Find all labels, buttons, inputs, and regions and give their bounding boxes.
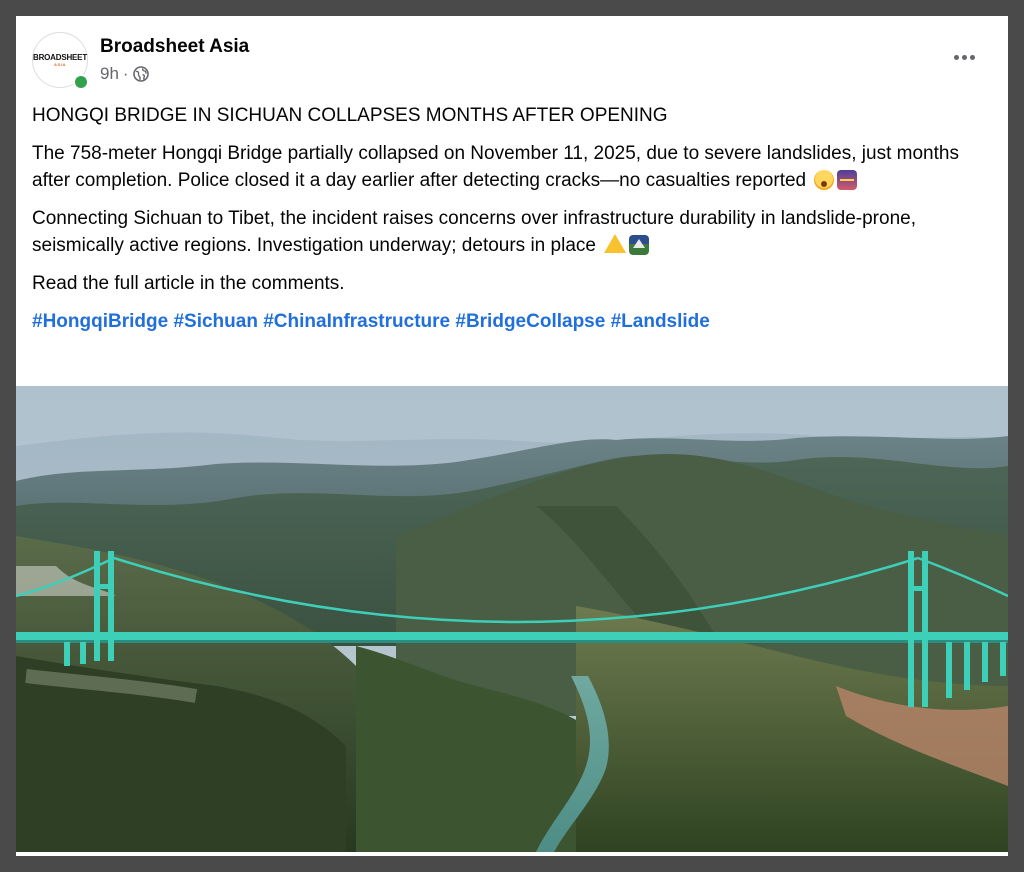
avatar-logo-subtext: ASIA [54,62,66,67]
paragraph-2-text: Connecting Sichuan to Tibet, the inciden… [32,208,916,256]
globe-icon [132,66,149,82]
hashtag-link[interactable]: #HongqiBridge [32,311,168,332]
astonished-face-emoji-icon [814,170,835,190]
more-options-icon [961,54,967,60]
warning-emoji-icon [604,234,627,253]
hashtag-link[interactable]: #ChinaInfrastructure [263,311,450,332]
hashtags: #HongqiBridge #Sichuan #ChinaInfrastruct… [32,308,996,335]
hashtag-link[interactable]: #Sichuan [173,311,257,332]
post-timestamp[interactable]: 9h [100,64,119,84]
bridge-landscape-image [16,386,1008,852]
post-photo[interactable] [16,386,1008,852]
more-options-icon [969,54,975,60]
page-name-link[interactable]: Broadsheet Asia [100,36,249,58]
bridge-at-night-emoji-icon [837,170,858,190]
hashtag-link[interactable]: #Landslide [611,311,710,332]
post-text: HONGQI BRIDGE IN SICHUAN COLLAPSES MONTH… [32,102,996,335]
more-options-icon [953,54,959,60]
more-options-button[interactable] [946,46,982,68]
meta-separator: · [122,64,129,83]
online-status-dot [73,74,89,90]
read-more-text: Read the full article in the comments. [32,273,345,294]
post-headline: HONGQI BRIDGE IN SICHUAN COLLAPSES MONTH… [32,105,668,126]
post-paragraph-2: Connecting Sichuan to Tibet, the inciden… [32,205,996,259]
hashtag-link[interactable]: #BridgeCollapse [455,311,605,332]
mountain-sunrise-emoji-icon [629,235,650,255]
avatar-logo-text: BROADSHEET [33,53,88,62]
post-card: BROADSHEET ASIA Broadsheet Asia 9h · HON… [16,16,1008,856]
post-meta: 9h · [100,64,149,84]
post-paragraph-1: The 758-meter Hongqi Bridge partially co… [32,140,996,194]
